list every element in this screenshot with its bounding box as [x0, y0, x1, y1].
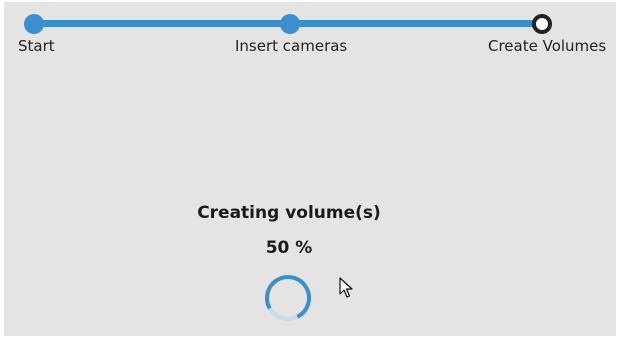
mouse-pointer-icon	[339, 277, 353, 298]
step-label-insert-cameras: Insert cameras	[235, 37, 348, 55]
loading-spinner-icon	[265, 275, 311, 321]
wizard-panel: Start Insert cameras Create Volumes Crea…	[4, 2, 616, 336]
step-dot-start[interactable]	[24, 14, 44, 34]
step-dot-insert-cameras[interactable]	[280, 14, 300, 34]
step-label-create-volumes: Create Volumes	[488, 37, 607, 55]
step-dot-create-volumes[interactable]	[532, 14, 552, 34]
step-label-start: Start	[18, 37, 55, 55]
progress-percent: 50 %	[265, 238, 313, 258]
wizard-stepper: Start Insert cameras Create Volumes	[4, 2, 616, 62]
progress-title: Creating volume(s)	[197, 203, 381, 223]
